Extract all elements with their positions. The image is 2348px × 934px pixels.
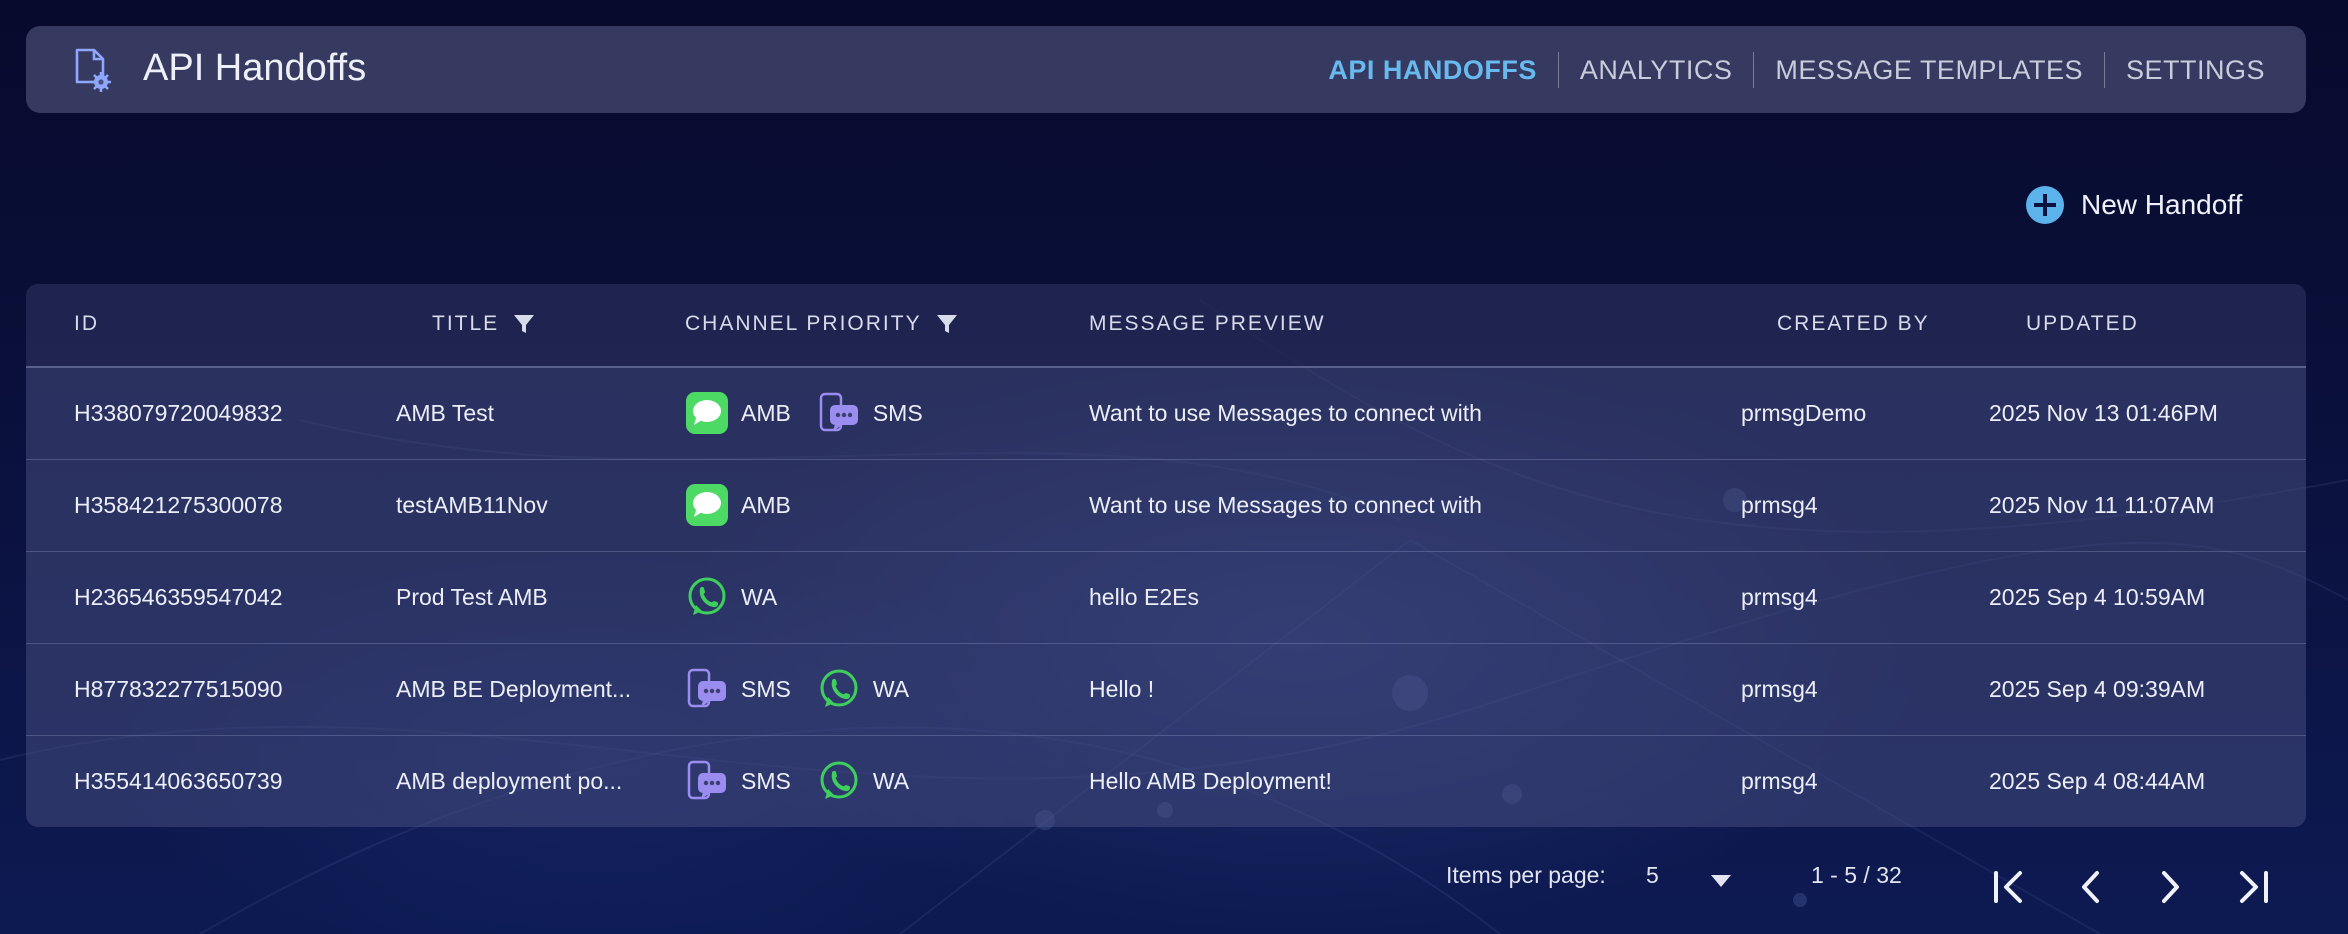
channel-label: SMS xyxy=(741,675,791,702)
whatsapp-icon xyxy=(688,577,726,615)
cell-updated: 2025 Nov 11 11:07AM xyxy=(1989,491,2215,518)
cell-created-by: prmsgDemo xyxy=(1741,399,1867,426)
sms-icon xyxy=(687,760,726,800)
channel-chip: SMS xyxy=(817,391,923,435)
new-handoff-label: New Handoff xyxy=(2081,189,2243,220)
apple-messages-icon xyxy=(686,484,728,526)
cell-id: H355414063650739 xyxy=(74,767,283,794)
column-header-id[interactable]: ID xyxy=(74,312,99,336)
column-label: MESSAGE PREVIEW xyxy=(1089,312,1326,335)
cell-created-by: prmsg4 xyxy=(1741,675,1818,702)
tab-message-templates[interactable]: MESSAGE TEMPLATES xyxy=(1754,53,2104,87)
cell-channel-priority: SMS WA xyxy=(685,735,935,827)
pagination-range: 1 - 5 / 32 xyxy=(1811,862,1902,888)
column-header-updated[interactable]: UPDATED xyxy=(2026,312,2139,336)
cell-channel-priority: WA xyxy=(685,551,803,643)
cell-message-preview: hello E2Es xyxy=(1089,583,1199,610)
channel-chip: SMS xyxy=(685,667,791,711)
handoffs-table: ID TITLE CHANNEL PRIORITY MESSAGE PREVIE… xyxy=(26,284,2306,827)
whatsapp-icon xyxy=(820,669,858,707)
tab-analytics[interactable]: ANALYTICS xyxy=(1559,53,1754,87)
cell-title: testAMB11Nov xyxy=(396,492,548,518)
first-page-icon[interactable] xyxy=(1990,870,2030,904)
cell-title: AMB BE Deployment... xyxy=(396,676,632,702)
cell-updated: 2025 Sep 4 09:39AM xyxy=(1989,675,2206,702)
column-header-channel-priority[interactable]: CHANNEL PRIORITY xyxy=(685,312,958,336)
cell-id: H338079720049832 xyxy=(74,399,283,426)
column-label: TITLE xyxy=(432,312,500,335)
cell-updated: 2025 Sep 4 08:44AM xyxy=(1989,767,2206,794)
previous-page-icon[interactable] xyxy=(2076,870,2106,904)
top-nav: API HANDOFFS ANALYTICS MESSAGE TEMPLATES… xyxy=(1307,26,2286,113)
cell-message-preview: Hello AMB Deployment! xyxy=(1089,767,1332,794)
column-header-message-preview[interactable]: MESSAGE PREVIEW xyxy=(1089,312,1326,336)
sms-icon xyxy=(819,392,858,432)
cell-title: AMB Test xyxy=(396,400,494,426)
tab-settings[interactable]: SETTINGS xyxy=(2105,53,2286,87)
column-label: UPDATED xyxy=(2026,312,2139,335)
channel-label: WA xyxy=(872,675,910,702)
column-header-title[interactable]: TITLE xyxy=(432,312,535,336)
channel-chip: WA xyxy=(817,759,909,803)
table-row[interactable]: H877832277515090 AMB BE Deployment... SMS W… xyxy=(26,643,2306,736)
column-label: CREATED BY xyxy=(1777,312,1930,335)
cell-channel-priority: SMS WA xyxy=(685,643,935,735)
cell-updated: 2025 Sep 4 10:59AM xyxy=(1989,583,2206,610)
table-row[interactable]: H355414063650739 AMB deployment po... SMS W… xyxy=(26,735,2306,827)
column-label: ID xyxy=(74,312,99,335)
items-per-page-label: Items per page: xyxy=(1446,862,1606,888)
cell-message-preview: Want to use Messages to connect with xyxy=(1089,491,1482,518)
items-per-page-value: 5 xyxy=(1646,862,1659,888)
filter-icon[interactable] xyxy=(513,313,535,335)
channel-chip: SMS xyxy=(685,759,791,803)
document-gear-icon xyxy=(75,48,111,92)
next-page-icon[interactable] xyxy=(2155,870,2185,904)
channel-label: SMS xyxy=(872,399,923,426)
cell-created-by: prmsg4 xyxy=(1741,491,1818,518)
channel-label: AMB xyxy=(741,491,791,518)
channel-chip: AMB xyxy=(685,483,791,527)
column-header-created-by[interactable]: CREATED BY xyxy=(1777,312,1930,336)
cell-id: H358421275300078 xyxy=(74,491,283,518)
page-title: API Handoffs xyxy=(143,47,367,89)
cell-created-by: prmsg4 xyxy=(1741,767,1818,794)
chevron-down-icon[interactable] xyxy=(1710,874,1732,888)
sms-icon xyxy=(687,668,726,708)
cell-channel-priority: AMB xyxy=(685,459,817,551)
cell-id: H877832277515090 xyxy=(74,675,283,702)
cell-channel-priority: AMB SMS xyxy=(685,367,949,459)
plus-circle-icon xyxy=(2026,186,2064,224)
column-label: CHANNEL PRIORITY xyxy=(685,312,922,335)
channel-chip: WA xyxy=(685,575,777,619)
app-header: API Handoffs API HANDOFFS ANALYTICS MESS… xyxy=(26,26,2306,113)
channel-label: AMB xyxy=(741,399,791,426)
table-row[interactable]: H338079720049832 AMB Test AMB SMS Want to us… xyxy=(26,367,2306,460)
channel-chip: WA xyxy=(817,667,909,711)
cell-message-preview: Hello ! xyxy=(1089,675,1155,702)
cell-id: H236546359547042 xyxy=(74,583,283,610)
table-row[interactable]: H358421275300078 testAMB11Nov AMB Want to u… xyxy=(26,459,2306,552)
channel-label: WA xyxy=(741,583,778,610)
cell-title: AMB deployment po... xyxy=(396,768,623,794)
new-handoff-button[interactable]: New Handoff xyxy=(2025,183,2242,227)
cell-title: Prod Test AMB xyxy=(396,584,548,610)
table-header: ID TITLE CHANNEL PRIORITY MESSAGE PREVIE… xyxy=(26,284,2306,368)
whatsapp-icon xyxy=(820,761,858,799)
apple-messages-icon xyxy=(686,392,728,434)
tab-api-handoffs[interactable]: API HANDOFFS xyxy=(1307,53,1558,87)
channel-chip: AMB xyxy=(685,391,791,435)
last-page-icon[interactable] xyxy=(2232,870,2272,904)
cell-updated: 2025 Nov 13 01:46PM xyxy=(1989,399,2218,426)
cell-created-by: prmsg4 xyxy=(1741,583,1818,610)
table-row[interactable]: H236546359547042 Prod Test AMB WA hello E2E… xyxy=(26,551,2306,644)
filter-icon[interactable] xyxy=(936,313,958,335)
cell-message-preview: Want to use Messages to connect with xyxy=(1089,399,1482,426)
channel-label: SMS xyxy=(741,767,791,794)
channel-label: WA xyxy=(872,767,910,794)
